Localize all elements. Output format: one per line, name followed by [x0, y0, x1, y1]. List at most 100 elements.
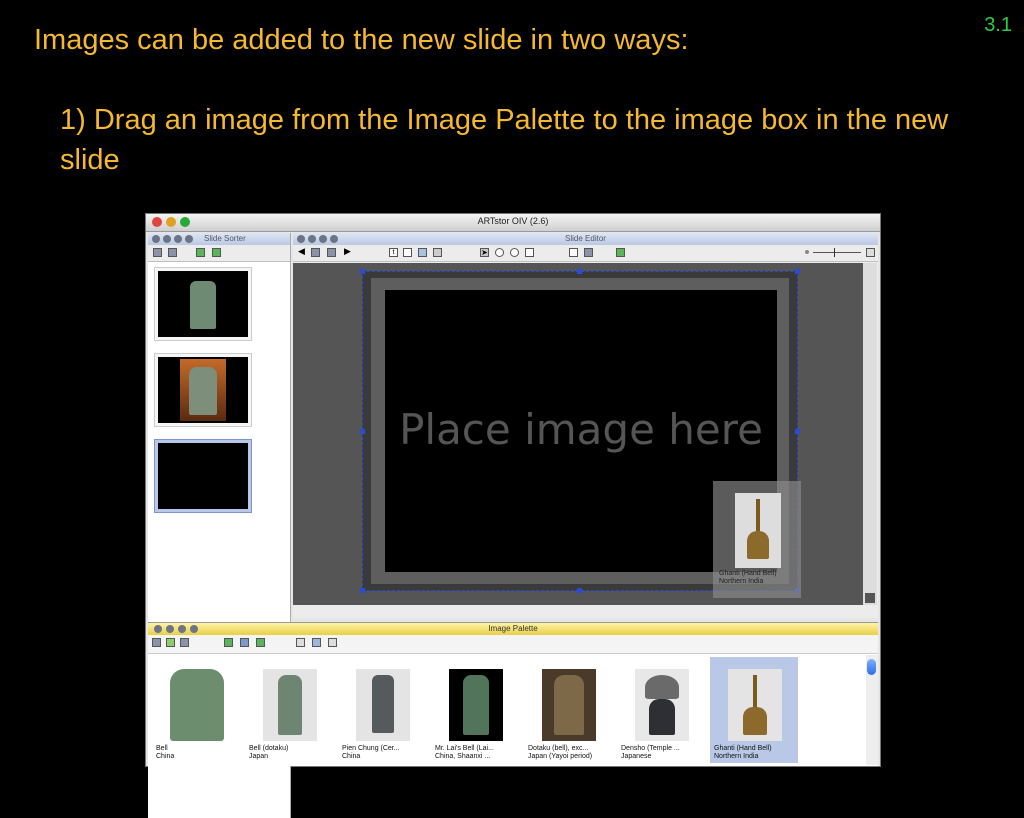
bell-image: [190, 281, 216, 329]
import-icon[interactable]: [180, 638, 189, 647]
zoom-in-icon[interactable]: [495, 248, 504, 257]
image-palette-title: Image Palette: [488, 624, 538, 633]
bell-image: [263, 669, 317, 741]
resize-handle[interactable]: [577, 588, 582, 593]
panel-zoom-icon[interactable]: [319, 235, 327, 243]
panel-close-icon[interactable]: [154, 625, 162, 633]
slide-sorter-toolbar: [148, 245, 290, 262]
resize-grip-icon[interactable]: [865, 593, 875, 603]
open-group-icon[interactable]: [152, 638, 161, 647]
large-thumbnails-icon[interactable]: [296, 638, 305, 647]
resize-handle[interactable]: [795, 429, 800, 434]
dragged-image[interactable]: Ghanti (Hand Bell) Northern India: [713, 481, 801, 598]
panel-close-icon[interactable]: [297, 235, 305, 243]
slide-editor-toolbar: ◀ ▶ t ➤: [293, 245, 878, 262]
slide-number: 3.1: [984, 14, 1012, 36]
palette-item-caption: Bell China: [156, 745, 175, 760]
new-slide-icon[interactable]: [153, 248, 162, 257]
last-slide-icon[interactable]: [327, 248, 336, 257]
image-palette-items: Bell China Bell (dotaku) Japan Pien Chung …: [148, 655, 866, 765]
palette-item[interactable]: Densho (Temple ... Japanese: [617, 657, 705, 763]
zoom-out-icon[interactable]: [510, 248, 519, 257]
zoom-min-icon: [805, 250, 809, 254]
panel-menu-icon[interactable]: [185, 235, 193, 243]
panel-menu-icon[interactable]: [190, 625, 198, 633]
edit-icon[interactable]: [256, 638, 265, 647]
panel-zoom-icon[interactable]: [174, 235, 182, 243]
palette-item[interactable]: Bell (dotaku) Japan: [245, 657, 333, 763]
palette-item-selected[interactable]: Ghanti (Hand Bell) Northern India: [710, 657, 798, 763]
text-box-icon[interactable]: t: [389, 248, 398, 257]
slide-sorter-title: Slide Sorter: [204, 234, 246, 243]
hand-bell-image: [735, 493, 781, 568]
image-palette-titlebar: Image Palette: [148, 623, 878, 635]
dragged-image-caption: Ghanti (Hand Bell) Northern India: [719, 570, 777, 585]
zoom-max-icon: [866, 248, 875, 257]
resize-handle[interactable]: [360, 588, 365, 593]
slide-editor-title: Slide Editor: [565, 234, 606, 243]
slide-thumbnails: [148, 263, 290, 633]
slide-editor-panel: Slide Editor ◀ ▶ t ➤ Place image here Gh…: [293, 233, 878, 618]
palette-item[interactable]: Pien Chung (Cer... China: [338, 657, 426, 763]
palette-item[interactable]: Mr. Lai's Bell (Lai... China, Shaanxi ...: [431, 657, 519, 763]
edit-icon[interactable]: [212, 248, 221, 257]
panel-menu-icon[interactable]: [330, 235, 338, 243]
artstor-window: ARTstor OIV (2.6) Slide Sorter Slide Edi…: [145, 213, 881, 818]
panel-close-icon[interactable]: [152, 235, 160, 243]
resize-handle[interactable]: [360, 429, 365, 434]
slide-thumbnail-1[interactable]: [154, 267, 252, 341]
first-slide-icon[interactable]: [311, 248, 320, 257]
empty-slide: [158, 443, 248, 509]
palette-item-caption: Dotaku (bell), exc... Japan (Yayoi period…: [528, 745, 593, 760]
image-palette-panel: Image Palette Bell China Bell (dotaku) Jap…: [148, 622, 878, 766]
copy-icon[interactable]: [240, 638, 249, 647]
flag-icon[interactable]: [616, 248, 625, 257]
palette-item-caption: Pien Chung (Cer... China: [342, 745, 400, 760]
instruction-bullet: 1) Drag an image from the Image Palette …: [60, 104, 949, 176]
zoom-slider-thumb[interactable]: [834, 248, 835, 257]
panel-minimize-icon[interactable]: [163, 235, 171, 243]
resize-handle[interactable]: [360, 269, 365, 274]
list-view-icon[interactable]: [328, 638, 337, 647]
image-palette-toolbar: [148, 635, 878, 654]
zoom-slider[interactable]: [813, 252, 861, 253]
move-icon[interactable]: [525, 248, 534, 257]
eyedropper-icon[interactable]: [569, 248, 578, 257]
comment-icon[interactable]: [224, 638, 233, 647]
layout-icon[interactable]: [418, 248, 427, 257]
bell-image: [180, 359, 226, 421]
panel-minimize-icon[interactable]: [166, 625, 174, 633]
delete-slide-icon[interactable]: [168, 248, 177, 257]
slide-thumbnail-3[interactable]: [154, 439, 252, 513]
palette-item[interactable]: Dotaku (bell), exc... Japan (Yayoi period…: [524, 657, 612, 763]
bell-image: [635, 669, 689, 741]
previous-icon[interactable]: ◀: [297, 247, 306, 257]
scrollbar-thumb[interactable]: [867, 659, 876, 675]
flag-icon[interactable]: [196, 248, 205, 257]
panel-minimize-icon[interactable]: [308, 235, 316, 243]
palette-item[interactable]: Bell China: [152, 657, 240, 763]
image-box-selection[interactable]: Place image here Ghanti (Hand Bell) Nort…: [360, 269, 801, 598]
window-titlebar[interactable]: ARTstor OIV (2.6): [146, 214, 880, 232]
bell-image: [356, 669, 410, 741]
palette-scrollbar[interactable]: [866, 655, 878, 765]
pointer-icon[interactable]: ➤: [480, 248, 489, 257]
slide-heading: Images can be added to the new slide in …: [34, 24, 689, 56]
image-box-icon[interactable]: [403, 248, 412, 257]
slide-editor-titlebar: Slide Editor: [293, 233, 878, 245]
slide-thumbnail-2[interactable]: [154, 353, 252, 427]
grid-view-icon[interactable]: [312, 638, 321, 647]
bell-image: [542, 669, 596, 741]
palette-item-caption: Mr. Lai's Bell (Lai... China, Shaanxi ...: [435, 745, 494, 760]
panel-zoom-icon[interactable]: [178, 625, 186, 633]
add-image-icon[interactable]: [166, 638, 175, 647]
trash-icon[interactable]: [433, 248, 442, 257]
display-icon[interactable]: [584, 248, 593, 257]
editor-scrollbar[interactable]: [863, 263, 877, 605]
resize-handle[interactable]: [577, 269, 582, 274]
palette-item-caption: Densho (Temple ... Japanese: [621, 745, 680, 760]
slide-canvas[interactable]: Place image here Ghanti (Hand Bell) Nort…: [293, 263, 863, 605]
slide-sorter-titlebar: Slide Sorter: [148, 233, 290, 245]
resize-handle[interactable]: [795, 269, 800, 274]
next-icon[interactable]: ▶: [343, 247, 352, 257]
